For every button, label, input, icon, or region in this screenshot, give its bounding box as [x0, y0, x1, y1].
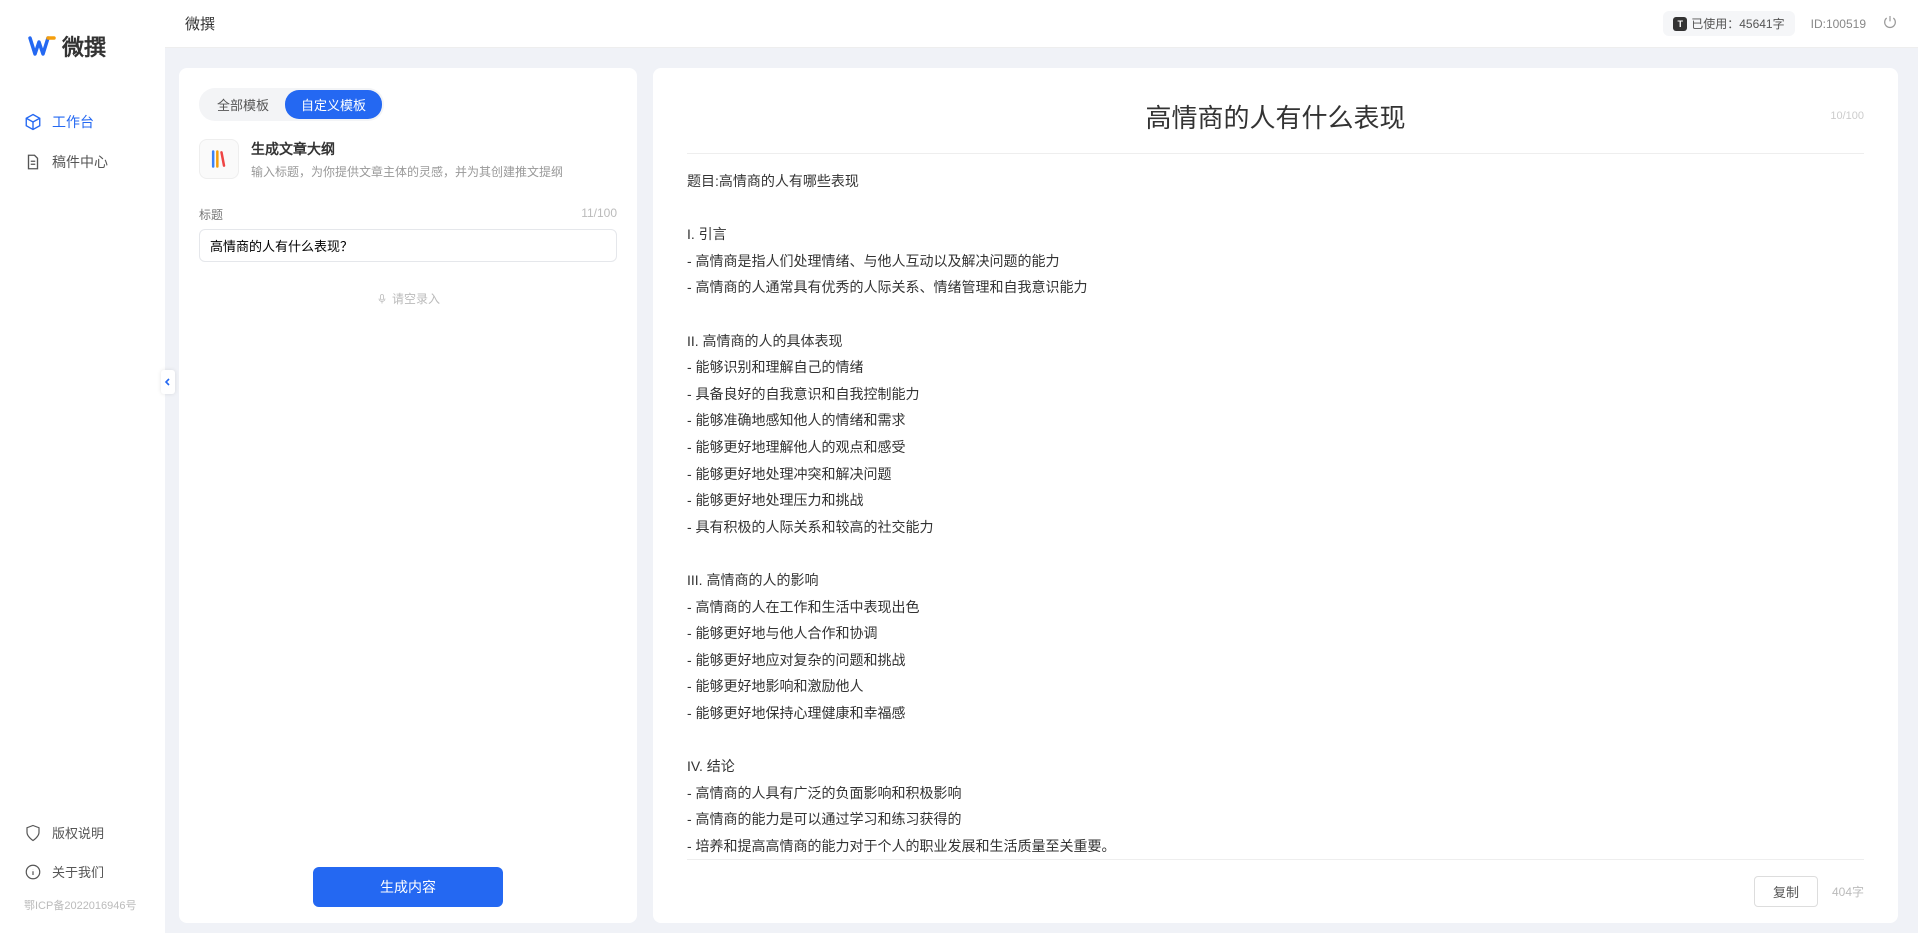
usage-badge: T 已使用：45641字 [1663, 11, 1794, 36]
template-card: 生成文章大纲 输入标题，为你提供文章主体的灵感，并为其创建推文提纲 [199, 139, 617, 180]
document-icon [24, 153, 42, 171]
user-id: ID:100519 [1811, 17, 1866, 31]
title-char-count: 11/100 [581, 206, 617, 223]
template-icon [199, 139, 239, 179]
collapse-handle[interactable] [161, 370, 175, 394]
usage-text: 已使用：45641字 [1691, 15, 1784, 32]
nav-item-workbench[interactable]: 工作台 [0, 102, 165, 142]
generate-button[interactable]: 生成内容 [313, 867, 503, 907]
template-tabs: 全部模板 自定义模板 [199, 88, 384, 121]
title-label: 标题 [199, 206, 223, 223]
logo: 微撰 [0, 0, 165, 102]
nav-label: 稿件中心 [52, 152, 108, 172]
main: 微撰 T 已使用：45641字 ID:100519 全部模板 自定义模板 [165, 0, 1918, 933]
mic-icon [376, 293, 388, 305]
text-count-icon: T [1673, 17, 1687, 31]
nav-item-about[interactable]: 关于我们 [0, 852, 165, 891]
title-input[interactable] [199, 229, 617, 262]
nav-list: 工作台 稿件中心 [0, 102, 165, 813]
nav-label: 工作台 [52, 112, 94, 132]
preview-panel: 高情商的人有什么表现 10/100 题目:高情商的人有哪些表现 I. 引言 - … [653, 68, 1898, 923]
template-desc: 输入标题，为你提供文章主体的灵感，并为其创建推文提纲 [251, 163, 563, 180]
power-icon[interactable] [1882, 14, 1898, 33]
cube-icon [24, 113, 42, 131]
nav-bottom: 版权说明 关于我们 鄂ICP备2022016946号 [0, 813, 165, 933]
title-form-row: 标题 11/100 [199, 206, 617, 262]
icp-text: 鄂ICP备2022016946号 [0, 891, 165, 923]
topbar: 微撰 T 已使用：45641字 ID:100519 [165, 0, 1918, 48]
config-panel: 全部模板 自定义模板 生成文章大纲 输入标题，为你提供文章主体的灵感，并为其创建… [179, 68, 637, 923]
tab-all-templates[interactable]: 全部模板 [201, 90, 285, 119]
char-count: 404字 [1832, 883, 1864, 900]
preview-top-count: 10/100 [1830, 110, 1864, 122]
workspace: 全部模板 自定义模板 生成文章大纲 输入标题，为你提供文章主体的灵感，并为其创建… [165, 48, 1918, 933]
topbar-title: 微撰 [185, 13, 1647, 34]
shield-icon [24, 824, 42, 842]
sidebar: 微撰 工作台 稿件中心 版权说明 关于我们 鄂ICP备2022016946号 [0, 0, 165, 933]
template-title: 生成文章大纲 [251, 139, 563, 159]
preview-body: 题目:高情商的人有哪些表现 I. 引言 - 高情商是指人们处理情绪、与他人互动以… [687, 153, 1864, 860]
logo-text: 微撰 [62, 30, 106, 62]
chevron-left-icon [163, 377, 173, 387]
tab-custom-templates[interactable]: 自定义模板 [285, 90, 382, 119]
copy-button[interactable]: 复制 [1754, 876, 1818, 907]
nav-item-copyright[interactable]: 版权说明 [0, 813, 165, 852]
nav-label: 版权说明 [52, 823, 104, 842]
nav-label: 关于我们 [52, 862, 104, 881]
voice-hint-text: 请空录入 [392, 290, 440, 307]
preview-header: 高情商的人有什么表现 10/100 [687, 88, 1864, 153]
info-icon [24, 863, 42, 881]
preview-footer: 复制 404字 [687, 860, 1864, 907]
logo-icon [28, 34, 56, 58]
voice-input-hint[interactable]: 请空录入 [199, 290, 617, 307]
preview-title: 高情商的人有什么表现 [687, 98, 1864, 135]
nav-item-docs[interactable]: 稿件中心 [0, 142, 165, 182]
